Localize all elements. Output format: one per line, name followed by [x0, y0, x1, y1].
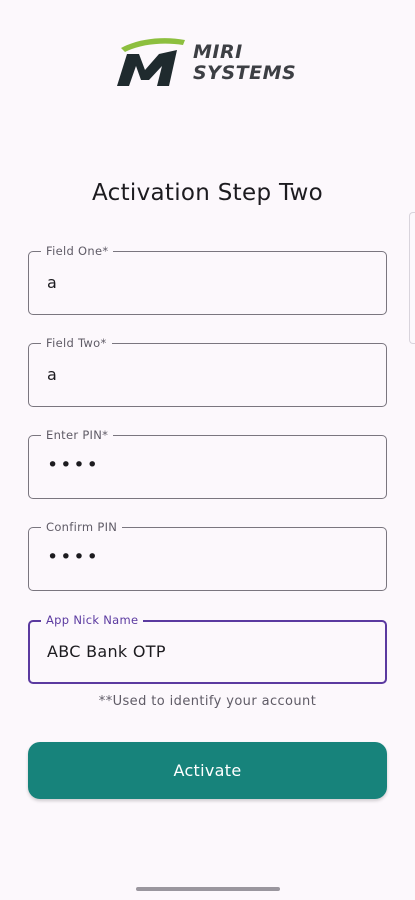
app-nick-name-input[interactable]: App Nick Name ABC Bank OTP: [28, 612, 387, 684]
logo-wordmark: MIRI SYSTEMS: [193, 42, 296, 84]
gesture-nav-bar[interactable]: [136, 887, 280, 891]
confirm-pin-label: Confirm PIN: [41, 519, 123, 535]
app-nick-name-label: App Nick Name: [41, 612, 144, 628]
miri-systems-logo: MIRI SYSTEMS: [117, 36, 317, 90]
confirm-pin-input[interactable]: Confirm PIN ••••: [28, 519, 387, 591]
enter-pin-input[interactable]: Enter PIN* ••••: [28, 427, 387, 499]
edge-panel-handle[interactable]: [409, 212, 415, 344]
field-two-value: a: [47, 365, 58, 384]
enter-pin-value: ••••: [47, 454, 100, 476]
field-one-label: Field One*: [41, 243, 114, 259]
field-one-input[interactable]: Field One* a: [28, 243, 387, 315]
enter-pin-label: Enter PIN*: [41, 427, 114, 443]
field-two-label: Field Two*: [41, 335, 112, 351]
nick-name-helper-text: **Used to identify your account: [98, 694, 317, 709]
confirm-pin-value: ••••: [47, 546, 100, 568]
page-title: Activation Step Two: [92, 180, 323, 206]
app-nick-name-value: ABC Bank OTP: [47, 642, 166, 661]
logo-line-2: SYSTEMS: [193, 62, 297, 84]
activate-button[interactable]: Activate: [28, 742, 387, 799]
miri-logo-icon: [117, 38, 185, 86]
field-one-value: a: [47, 273, 58, 292]
field-two-input[interactable]: Field Two* a: [28, 335, 387, 407]
logo-line-1: MIRI: [193, 41, 243, 63]
